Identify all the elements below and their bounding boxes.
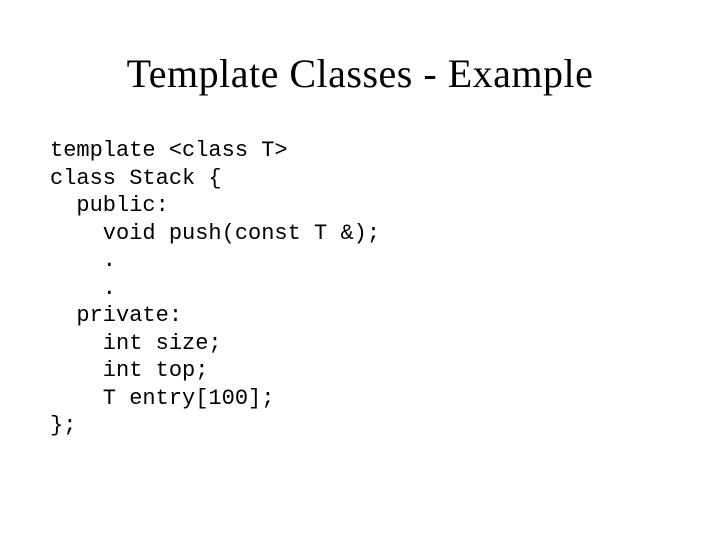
slide-title: Template Classes - Example <box>50 50 670 97</box>
code-line: public: <box>50 193 169 218</box>
code-line: private: <box>50 303 182 328</box>
code-block: template <class T> class Stack { public:… <box>50 137 670 440</box>
code-line: T entry[100]; <box>50 386 274 411</box>
code-line: void push(const T &); <box>50 221 380 246</box>
code-line: int top; <box>50 358 208 383</box>
code-line: int size; <box>50 331 222 356</box>
code-line: . <box>50 248 116 273</box>
code-line: class Stack { <box>50 166 222 191</box>
code-line: }; <box>50 413 76 438</box>
slide: Template Classes - Example template <cla… <box>0 0 720 540</box>
code-line: . <box>50 276 116 301</box>
code-line: template <class T> <box>50 138 288 163</box>
